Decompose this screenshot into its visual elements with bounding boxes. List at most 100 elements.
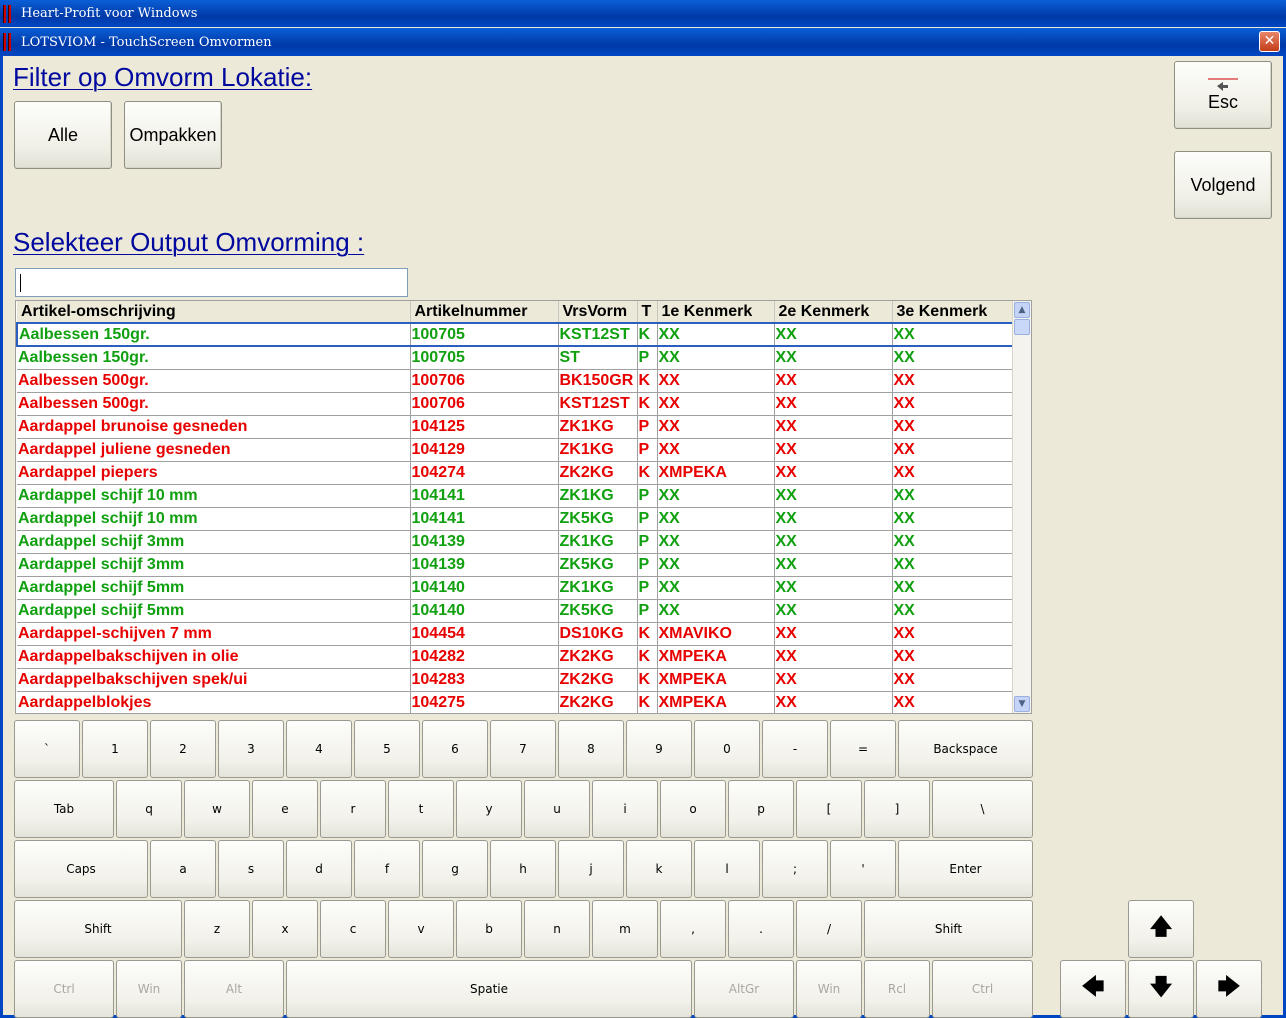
key-f[interactable]: f	[354, 840, 420, 898]
key-i[interactable]: i	[592, 780, 658, 838]
key-p[interactable]: p	[728, 780, 794, 838]
key-x[interactable]: x	[252, 900, 318, 958]
close-icon[interactable]: ✕	[1259, 31, 1280, 52]
key-j[interactable]: j	[558, 840, 624, 898]
key-s[interactable]: s	[218, 840, 284, 898]
arrow-right-key[interactable]: 🡆	[1196, 960, 1262, 1018]
table-row[interactable]: Aalbessen 500gr. 100706 BK150GR K XX XX XX	[17, 369, 1014, 393]
key-m[interactable]: m	[592, 900, 658, 958]
col-header-vorm[interactable]: VrsVorm	[558, 301, 638, 324]
key-minus[interactable]: -	[762, 720, 828, 778]
key-equals[interactable]: =	[830, 720, 896, 778]
key-comma[interactable]: ,	[660, 900, 726, 958]
key-w[interactable]: w	[184, 780, 250, 838]
vertical-scrollbar[interactable]: ▲ ▼	[1012, 301, 1031, 713]
table-row[interactable]: Aardappelbakschijven spek/ui 104283 ZK2KG K…	[17, 668, 1014, 692]
ompakken-button[interactable]: Ompakken	[124, 101, 222, 169]
key-altgr[interactable]: AltGr	[694, 960, 794, 1018]
key-l[interactable]: l	[694, 840, 760, 898]
key-d[interactable]: d	[286, 840, 352, 898]
esc-button[interactable]: Esc	[1174, 61, 1272, 129]
col-header-kenmerk3[interactable]: 3e Kenmerk	[892, 301, 1014, 324]
key-0[interactable]: 0	[694, 720, 760, 778]
key-b[interactable]: b	[456, 900, 522, 958]
key-8[interactable]: 8	[558, 720, 624, 778]
key-h[interactable]: h	[490, 840, 556, 898]
key-ctrl[interactable]: Ctrl	[932, 960, 1033, 1018]
key-9[interactable]: 9	[626, 720, 692, 778]
table-row[interactable]: Aardappelbakschijven in olie 104282 ZK2KG K…	[17, 645, 1014, 669]
alle-button[interactable]: Alle	[14, 101, 112, 169]
key-ctrl[interactable]: Ctrl	[14, 960, 114, 1018]
arrow-left-key[interactable]: 🡄	[1060, 960, 1126, 1018]
key-k[interactable]: k	[626, 840, 692, 898]
key-shift[interactable]: Shift	[14, 900, 182, 958]
search-input[interactable]	[16, 269, 407, 296]
key-shift[interactable]: Shift	[864, 900, 1033, 958]
col-header-type[interactable]: T	[637, 301, 658, 324]
table-row[interactable]: Aalbessen 150gr. 100705 KST12ST K XX XX XX	[16, 322, 1014, 347]
key-slash[interactable]: /	[796, 900, 862, 958]
key-semicolon[interactable]: ;	[762, 840, 828, 898]
key-alt[interactable]: Alt	[184, 960, 284, 1018]
key-n[interactable]: n	[524, 900, 590, 958]
key-4[interactable]: 4	[286, 720, 352, 778]
scroll-down-icon[interactable]: ▼	[1014, 696, 1030, 712]
key-6[interactable]: 6	[422, 720, 488, 778]
key-u[interactable]: u	[524, 780, 590, 838]
table-row[interactable]: Aardappel piepers 104274 ZK2KG K XMPEKA XX XX	[17, 461, 1014, 485]
table-row[interactable]: Aardappel schijf 10 mm 104141 ZK5KG P XX XX XX	[17, 507, 1014, 531]
table-row[interactable]: Aardappel schijf 5mm 104140 ZK5KG P XX XX XX	[17, 599, 1014, 623]
output-table[interactable]: Artikel-omschrijving Artikelnummer VrsVorm…	[15, 300, 1032, 714]
key-backslash[interactable]: \	[932, 780, 1033, 838]
table-row[interactable]: Aardappel schijf 5mm 104140 ZK1KG P XX XX XX	[17, 576, 1014, 600]
table-row[interactable]: Aardappel schijf 3mm 104139 ZK1KG P XX XX XX	[17, 530, 1014, 554]
table-row[interactable]: Aardappel brunoise gesneden 104125 ZK1KG P X…	[17, 415, 1014, 439]
key-right-bracket[interactable]: ]	[864, 780, 930, 838]
key-t[interactable]: t	[388, 780, 454, 838]
key-g[interactable]: g	[422, 840, 488, 898]
key-rcl[interactable]: Rcl	[864, 960, 930, 1018]
key-c[interactable]: c	[320, 900, 386, 958]
table-row[interactable]: Aardappel juliene gesneden 104129 ZK1KG P XX…	[17, 438, 1014, 462]
volgend-button[interactable]: Volgend	[1174, 151, 1272, 219]
key-tab[interactable]: Tab	[14, 780, 114, 838]
key-backspace[interactable]: Backspace	[898, 720, 1033, 778]
col-header-description[interactable]: Artikel-omschrijving	[17, 301, 411, 324]
key-r[interactable]: r	[320, 780, 386, 838]
key-a[interactable]: a	[150, 840, 216, 898]
key-left-bracket[interactable]: [	[796, 780, 862, 838]
col-header-kenmerk2[interactable]: 2e Kenmerk	[774, 301, 893, 324]
key-1[interactable]: 1	[82, 720, 148, 778]
key-backtick[interactable]: `	[14, 720, 80, 778]
key-7[interactable]: 7	[490, 720, 556, 778]
arrow-up-key[interactable]: 🡅	[1128, 900, 1194, 958]
arrow-down-key[interactable]: 🡇	[1128, 960, 1194, 1018]
key-q[interactable]: q	[116, 780, 182, 838]
key-3[interactable]: 3	[218, 720, 284, 778]
table-row[interactable]: Aalbessen 500gr. 100706 KST12ST K XX XX XX	[17, 392, 1014, 416]
key-o[interactable]: o	[660, 780, 726, 838]
scroll-up-icon[interactable]: ▲	[1014, 302, 1030, 318]
key-quote[interactable]: '	[830, 840, 896, 898]
key-caps[interactable]: Caps	[14, 840, 148, 898]
table-row[interactable]: Aalbessen 150gr. 100705 ST P XX XX XX	[17, 346, 1014, 370]
key-y[interactable]: y	[456, 780, 522, 838]
col-header-number[interactable]: Artikelnummer	[410, 301, 559, 324]
key-win[interactable]: Win	[116, 960, 182, 1018]
key-v[interactable]: v	[388, 900, 454, 958]
key-win[interactable]: Win	[796, 960, 862, 1018]
scroll-thumb[interactable]	[1014, 319, 1030, 335]
search-field[interactable]	[15, 268, 408, 297]
key-enter[interactable]: Enter	[898, 840, 1033, 898]
table-row[interactable]: Aardappel-schijven 7 mm 104454 DS10KG K XMAV…	[17, 622, 1014, 646]
table-row[interactable]: Aardappelblokjes 104275 ZK2KG K XMPEKA XX XX	[17, 691, 1014, 713]
key-2[interactable]: 2	[150, 720, 216, 778]
table-row[interactable]: Aardappel schijf 10 mm 104141 ZK1KG P XX XX XX	[17, 484, 1014, 508]
table-row[interactable]: Aardappel schijf 3mm 104139 ZK5KG P XX XX XX	[17, 553, 1014, 577]
key-spatie[interactable]: Spatie	[286, 960, 692, 1018]
key-z[interactable]: z	[184, 900, 250, 958]
key-e[interactable]: e	[252, 780, 318, 838]
key-period[interactable]: .	[728, 900, 794, 958]
col-header-kenmerk1[interactable]: 1e Kenmerk	[657, 301, 775, 324]
